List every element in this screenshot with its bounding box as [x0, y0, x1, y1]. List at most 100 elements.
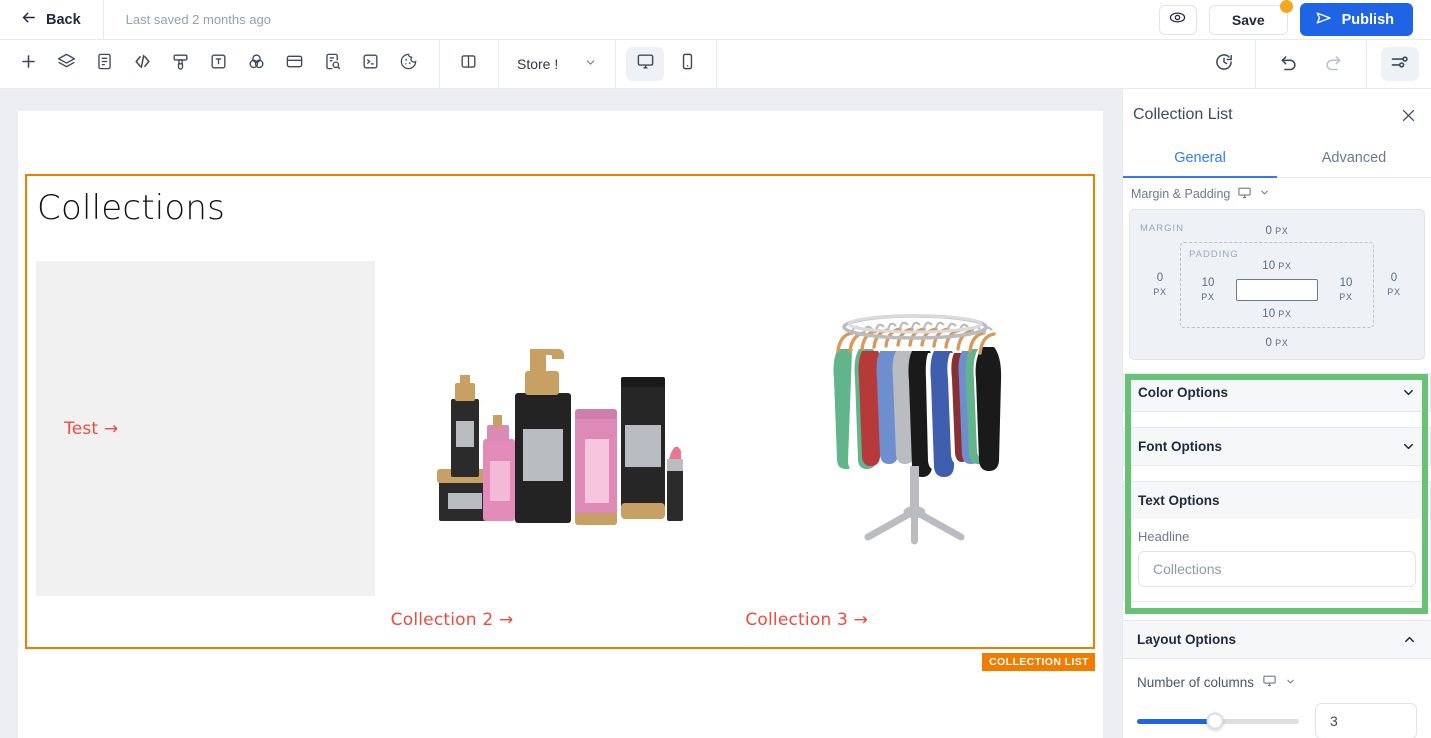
unit-label: PX	[1278, 261, 1292, 272]
margin-left-number: 0	[1156, 271, 1164, 284]
margin-right-value[interactable]: 0 PX	[1374, 271, 1414, 300]
unit-label: PX	[1201, 292, 1215, 303]
padding-right-number: 10	[1339, 276, 1353, 289]
mobile-icon	[678, 52, 697, 76]
columns-label-row: Number of columns	[1137, 667, 1417, 703]
collection-item[interactable]: Collection 2 →	[391, 261, 730, 630]
desktop-icon[interactable]	[1237, 185, 1252, 203]
columns-number-input[interactable]	[1315, 703, 1417, 738]
canvas-viewport[interactable]: COLLECTION LIST Collections Test → Colle…	[0, 89, 1122, 738]
arrow-left-icon	[20, 9, 37, 30]
desktop-icon	[636, 52, 655, 76]
padding-bottom-value[interactable]: 10 PX	[1187, 307, 1367, 321]
blend-button[interactable]	[237, 45, 275, 83]
split-view-icon	[459, 52, 478, 76]
padding-top-value[interactable]: 10 PX	[1187, 259, 1367, 273]
desktop-icon[interactable]	[1262, 673, 1277, 691]
split-view-button[interactable]	[449, 45, 487, 83]
tab-general[interactable]: General	[1123, 141, 1277, 178]
color-options-header[interactable]: Color Options	[1124, 374, 1430, 412]
padding-left-number: 10	[1201, 276, 1215, 289]
chevron-up-icon	[1402, 632, 1417, 647]
margin-left-value[interactable]: 0 PX	[1140, 271, 1180, 300]
text-options-body: Headline	[1124, 519, 1430, 602]
publish-button[interactable]: Publish	[1299, 3, 1413, 36]
preview-button[interactable]	[1158, 4, 1197, 35]
brush-icon	[171, 52, 190, 76]
collection-item[interactable]: Collection 3 →	[745, 261, 1084, 630]
section-spacer	[1123, 412, 1431, 429]
columns-slider-row	[1137, 703, 1417, 738]
chevron-down-icon[interactable]	[1285, 675, 1296, 690]
margin-padding-control: Margin & Padding MARGIN 0 PX 0 PX PADDIN…	[1123, 178, 1431, 361]
margin-right-number: 0	[1390, 271, 1398, 284]
custom-code-button[interactable]	[123, 45, 161, 83]
content-box[interactable]	[1236, 279, 1318, 302]
collections-grid: Test → Collection 2 → Collection 3 →	[36, 261, 1084, 630]
layers-button[interactable]	[47, 45, 85, 83]
add-element-button[interactable]	[9, 45, 47, 83]
section-font-options: Font Options	[1123, 428, 1431, 467]
layers-icon	[57, 52, 76, 76]
collection-item-label[interactable]: Test →	[64, 419, 118, 439]
divider	[1255, 39, 1256, 89]
selection-badge: COLLECTION LIST	[982, 653, 1095, 671]
save-label: Save	[1231, 11, 1265, 28]
desktop-view-button[interactable]	[626, 47, 665, 81]
unit-label: PX	[1339, 292, 1353, 303]
save-button[interactable]: Save	[1208, 0, 1293, 35]
card-element-button[interactable]	[275, 45, 313, 83]
font-options-label: Font Options	[1138, 439, 1222, 455]
cookie-consent-button[interactable]	[389, 45, 427, 83]
store-selector[interactable]: Store !	[499, 40, 615, 89]
unit-label: PX	[1275, 337, 1289, 348]
settings-panel-toggle[interactable]	[1381, 47, 1419, 81]
section-layout-options: Layout Options Number of columns	[1123, 620, 1431, 738]
collection-list-section[interactable]: COLLECTION LIST Collections Test → Colle…	[25, 174, 1095, 671]
terminal-button[interactable]	[351, 45, 389, 83]
padding-right-value[interactable]: 10 PX	[1325, 276, 1367, 305]
panel-header: Collection List	[1123, 89, 1431, 141]
terminal-icon	[361, 52, 380, 76]
back-button[interactable]: Back	[0, 0, 103, 40]
slider-fill	[1137, 718, 1215, 724]
collection-image-placeholder: Test →	[36, 261, 375, 596]
headline-input[interactable]	[1138, 551, 1416, 588]
divider	[1366, 39, 1367, 89]
text-element-button[interactable]	[199, 45, 237, 83]
unit-label: PX	[1153, 287, 1167, 298]
tab-advanced[interactable]: Advanced	[1277, 141, 1431, 177]
layout-options-header[interactable]: Layout Options	[1123, 621, 1431, 660]
collection-item-label[interactable]: Collection 3 →	[745, 610, 1084, 630]
redo-button[interactable]	[1314, 45, 1352, 83]
padding-tag: PADDING	[1189, 249, 1239, 261]
chevron-down-icon[interactable]	[1259, 187, 1270, 201]
padding-left-value[interactable]: 10 PX	[1187, 276, 1229, 305]
plus-icon	[19, 52, 38, 76]
collections-heading: Collections	[37, 188, 226, 228]
toolbar-right-group	[1196, 39, 1431, 89]
mobile-view-button[interactable]	[668, 47, 706, 81]
theme-style-button[interactable]	[161, 45, 199, 83]
close-icon[interactable]	[1400, 107, 1417, 124]
text-options-header[interactable]: Text Options	[1124, 482, 1430, 520]
layout-options-body: Number of columns	[1123, 659, 1431, 738]
slider-handle[interactable]	[1206, 712, 1224, 730]
page-preview: COLLECTION LIST Collections Test → Colle…	[18, 111, 1103, 738]
margin-bottom-number: 0	[1265, 336, 1272, 349]
collection-image	[391, 261, 730, 596]
undo-button[interactable]	[1270, 45, 1308, 83]
panel-title: Collection List	[1133, 106, 1233, 123]
font-options-header[interactable]: Font Options	[1124, 428, 1430, 466]
version-history-button[interactable]	[1205, 45, 1243, 83]
form-search-button[interactable]	[313, 45, 351, 83]
margin-bottom-value[interactable]: 0 PX	[1140, 336, 1414, 350]
pages-button[interactable]	[85, 45, 123, 83]
top-bar: Back Last saved 2 months ago Save Publis…	[0, 0, 1431, 40]
collection-item[interactable]: Test →	[36, 261, 375, 630]
columns-slider[interactable]	[1137, 712, 1299, 730]
unsaved-changes-dot	[1279, 0, 1293, 13]
history-icon	[1214, 52, 1234, 77]
collection-item-label[interactable]: Collection 2 →	[391, 610, 730, 630]
margin-box: MARGIN 0 PX 0 PX PADDING 10 PX 10 PX 10 …	[1129, 209, 1425, 361]
